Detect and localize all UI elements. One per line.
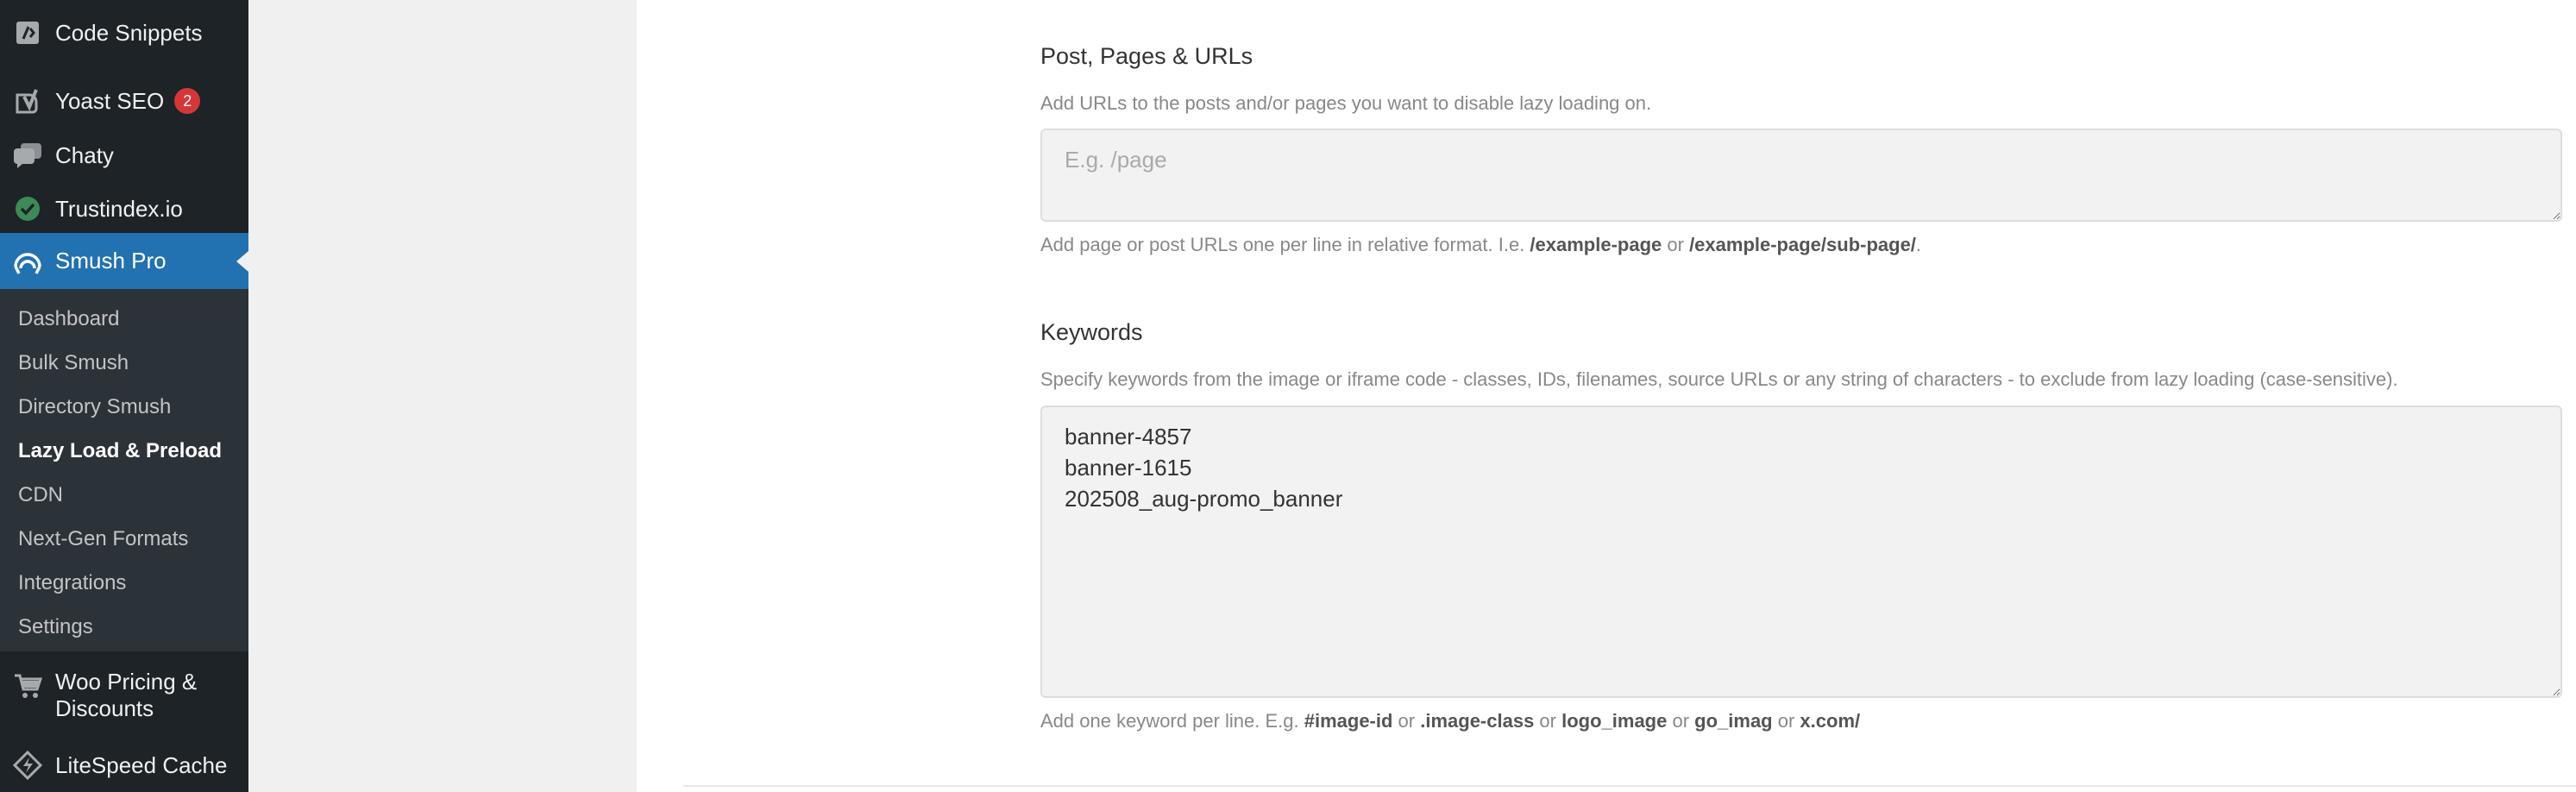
keywords-help-text: Add one keyword per line. E.g. #image-id… <box>1040 710 1861 732</box>
menu-item-label: Smush Pro <box>55 248 166 273</box>
settings-content-panel: Post, Pages & URLs Add URLs to the posts… <box>637 0 2576 792</box>
example-url-code: /example-page <box>1530 234 1662 255</box>
admin-sidebar: Code Snippets Yoast SEO 2 Chaty Trustinde… <box>0 0 248 792</box>
litespeed-diamond-icon <box>10 748 45 783</box>
keywords-section-description: Specify keywords from the image or ifram… <box>1040 368 2398 390</box>
example-keyword: .image-class <box>1420 710 1535 732</box>
menu-item-label: Woo Pricing & <box>55 669 198 695</box>
code-snippets-icon <box>10 16 45 50</box>
menu-item-label: Code Snippets <box>55 19 203 46</box>
menu-item-smush-pro[interactable]: Smush Pro <box>0 233 248 289</box>
example-url-code: /example-page/sub-page/ <box>1689 234 1916 255</box>
urls-section-description: Add URLs to the posts and/or pages you w… <box>1040 92 1652 114</box>
current-menu-arrow <box>236 250 248 272</box>
submenu-item-lazy-load[interactable]: Lazy Load & Preload <box>18 438 222 464</box>
keywords-exclusion-textarea[interactable] <box>1040 405 2562 698</box>
menu-item-label: Discounts <box>55 695 154 721</box>
example-keyword: x.com/ <box>1800 710 1861 732</box>
keywords-section-heading: Keywords <box>1040 319 1143 345</box>
example-keyword: logo_image <box>1561 710 1668 732</box>
urls-help-text: Add page or post URLs one per line in re… <box>1040 234 1922 255</box>
menu-item-yoast-seo[interactable]: Yoast SEO 2 <box>0 85 248 119</box>
menu-item-code-snippets[interactable]: Code Snippets <box>0 16 248 50</box>
urls-section-heading: Post, Pages & URLs <box>1040 43 1253 69</box>
yoast-icon <box>10 85 45 119</box>
submenu-item-integrations[interactable]: Integrations <box>18 570 126 596</box>
example-keyword: go_imag <box>1694 710 1773 732</box>
menu-item-trustindex[interactable]: Trustindex.io <box>0 192 248 226</box>
cart-icon <box>10 669 45 703</box>
check-circle-icon <box>10 192 45 226</box>
submenu-item-dashboard[interactable]: Dashboard <box>18 306 119 332</box>
menu-item-chaty[interactable]: Chaty <box>0 138 248 173</box>
notification-badge: 2 <box>174 88 201 115</box>
example-keyword: #image-id <box>1304 710 1393 732</box>
menu-item-label: Chaty <box>55 141 114 168</box>
menu-item-label: Trustindex.io <box>55 195 183 222</box>
submenu-item-cdn[interactable]: CDN <box>18 482 63 508</box>
urls-exclusion-textarea[interactable] <box>1040 129 2562 222</box>
menu-item-litespeed-cache[interactable]: LiteSpeed Cache <box>0 748 248 783</box>
submenu-item-settings[interactable]: Settings <box>18 614 93 640</box>
menu-item-label: Yoast SEO <box>55 87 165 114</box>
submenu-item-bulk-smush[interactable]: Bulk Smush <box>18 350 129 376</box>
submenu-item-directory-smush[interactable]: Directory Smush <box>18 394 171 420</box>
section-divider <box>683 785 2576 787</box>
smush-submenu: Dashboard Bulk Smush Directory Smush Laz… <box>0 289 248 651</box>
menu-item-label: LiteSpeed Cache <box>55 751 228 778</box>
smush-logo-icon <box>10 244 45 279</box>
chat-bubbles-icon <box>10 138 45 173</box>
menu-item-woo-pricing[interactable]: Woo Pricing & Discounts <box>0 669 248 724</box>
submenu-item-next-gen-formats[interactable]: Next-Gen Formats <box>18 526 188 552</box>
